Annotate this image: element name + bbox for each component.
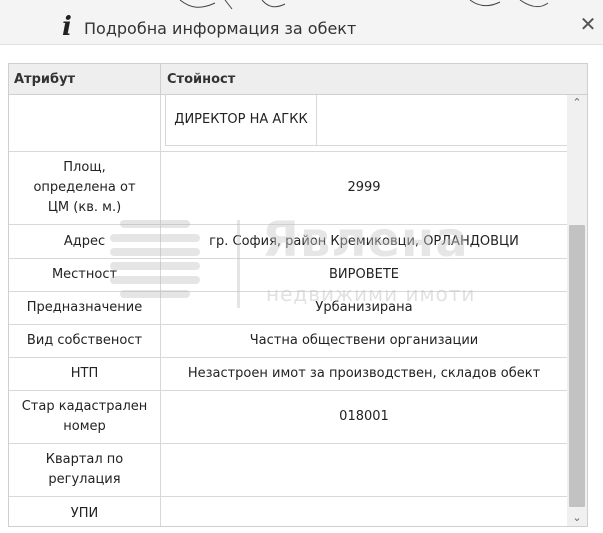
info-icon: i [62, 12, 72, 42]
scroll-thumb[interactable] [569, 225, 585, 507]
row-attribute: Адрес [63, 233, 106, 249]
row-attribute: НТП [70, 366, 99, 381]
table-body: ДИРЕКТОР НА АГКК Площ, определена от ЦМ … [9, 95, 568, 526]
row-value: Частна обществени организации [249, 333, 479, 348]
attributes-panel: Атрибут Стойност ДИРЕКТОР НА АГКК Площ, … [8, 63, 588, 527]
row-attribute: УПИ [70, 505, 99, 521]
owner-name: ДИРЕКТОР НА АГКК [174, 112, 308, 127]
close-button[interactable]: ✕ [576, 12, 600, 36]
table-row: НТП Незастроен имот за производствен, ск… [9, 358, 567, 391]
row-attribute: Квартал по регулация [45, 452, 124, 487]
header-divider [160, 64, 161, 94]
owner-subtable-divider [316, 95, 317, 145]
scroll-up-icon[interactable]: ⌃ [567, 95, 587, 111]
row-attribute: Предназначение [26, 300, 143, 315]
row-value [161, 497, 567, 526]
table-row: Квартал по регулация [9, 444, 567, 497]
vertical-scrollbar[interactable]: ⌃ ⌄ [567, 95, 587, 526]
map-background-strip [179, 0, 549, 10]
table-row: Стар кадастрален номер 018001 [9, 391, 567, 444]
row-attribute: Площ, определена от ЦМ (кв. м.) [33, 160, 136, 215]
table-row: Предназначение Урбанизирана [9, 292, 567, 325]
row-value: 018001 [339, 409, 389, 424]
header-attribute: Атрибут [14, 72, 76, 87]
table-row: Адрес гр. София, район Кремиковци, ОРЛАН… [9, 225, 567, 259]
row-value [161, 444, 567, 496]
row-attribute: Вид собственост [26, 333, 143, 348]
table-header: Атрибут Стойност [9, 64, 587, 95]
table-row-owner: ДИРЕКТОР НА АГКК [9, 95, 568, 152]
table-row: Вид собственост Частна обществени органи… [9, 325, 567, 358]
row-value: гр. София, район Кремиковци, ОРЛАНДОВЦИ [209, 233, 519, 249]
row-attribute: Местност [51, 267, 118, 282]
row-attribute: Стар кадастрален номер [21, 399, 148, 434]
dialog-title: Подробна информация за обект [84, 19, 357, 38]
owner-subtable: ДИРЕКТОР НА АГКК [165, 95, 568, 146]
row-value: Незастроен имот за производствен, складо… [187, 366, 541, 381]
dialog-titlebar: i Подробна информация за обект ✕ [0, 0, 603, 45]
table-row: Местност ВИРОВЕТЕ [9, 259, 567, 292]
row-value: 2999 [347, 180, 381, 195]
row-value: Урбанизирана [315, 300, 413, 315]
row-value: ВИРОВЕТЕ [328, 267, 399, 282]
column-divider [160, 95, 161, 151]
close-icon[interactable]: ✕ [580, 12, 597, 36]
header-value: Стойност [167, 72, 236, 87]
table-row: Площ, определена от ЦМ (кв. м.) 2999 [9, 152, 567, 225]
table-row: УПИ [9, 497, 567, 526]
scroll-down-icon[interactable]: ⌄ [567, 510, 587, 526]
